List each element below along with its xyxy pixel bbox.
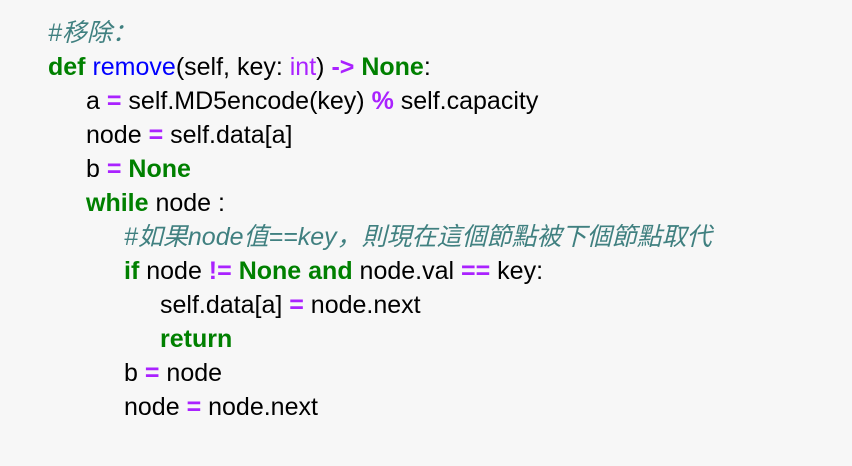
keyword-def: def [48, 53, 86, 81]
code-line-3: a = self.MD5encode(key) % self.capacity [86, 84, 538, 118]
assign-operator: = [106, 87, 122, 115]
assign-target: node [86, 121, 149, 149]
capacity-expression: self.capacity [393, 87, 539, 115]
keyword-while: while [86, 189, 149, 217]
keyword-and: and [308, 257, 353, 285]
code-line-2: def remove(self, key: int) -> None: [48, 50, 431, 84]
assign-target: a [86, 87, 107, 115]
keyword-none: None [128, 155, 191, 183]
parameters-close: ) [316, 53, 332, 81]
colon: : [423, 53, 431, 81]
code-line-7: #如果node值==key，則現在這個節點被下個節點取代 [124, 220, 712, 254]
assign-operator: = [148, 121, 164, 149]
code-line-11: b = node [124, 356, 222, 390]
builtin-int: int [289, 53, 317, 81]
modulo-operator: % [371, 87, 394, 115]
assign-operator: = [289, 291, 304, 319]
not-equal-operator: != [208, 257, 232, 285]
code-line-4: node = self.data[a] [86, 118, 292, 152]
arrow-operator: -> [331, 53, 355, 81]
condition-part: node.val [352, 257, 462, 285]
assign-operator: = [186, 393, 202, 421]
equal-operator: == [461, 257, 491, 285]
function-name: remove [92, 53, 176, 81]
assign-value: node.next [303, 291, 421, 319]
assign-target: b [124, 359, 145, 387]
while-condition: node : [148, 189, 225, 217]
code-line-1: #移除： [48, 16, 137, 50]
code-line-8: if node != None and node.val == key: [124, 254, 543, 288]
keyword-return: return [160, 325, 233, 353]
code-line-12: node = node.next [124, 390, 318, 424]
keyword-if: if [124, 257, 140, 285]
assign-operator: = [144, 359, 160, 387]
assign-target: node [124, 393, 187, 421]
assign-target: self.data[a] [160, 291, 290, 319]
code-line-5: b = None [86, 152, 191, 186]
comment-remove: #移除： [48, 19, 137, 47]
parameters-open: (self, key: [175, 53, 290, 81]
code-line-10: return [160, 322, 232, 356]
code-line-9: self.data[a] = node.next [160, 288, 421, 322]
condition-part: key: [490, 257, 544, 285]
assign-value: self.data[a] [163, 121, 293, 149]
md5-call: self.MD5encode(key) [121, 87, 372, 115]
keyword-none: None [361, 53, 424, 81]
code-line-6: while node : [86, 186, 225, 220]
assign-operator: = [106, 155, 122, 183]
comment-replace-node: #如果node值==key，則現在這個節點被下個節點取代 [124, 223, 712, 251]
assign-value: node [159, 359, 223, 387]
keyword-none: None [238, 257, 302, 285]
code-panel: #移除： def remove(self, key: int) -> None:… [0, 0, 852, 466]
assign-value: node.next [201, 393, 318, 421]
assign-target: b [86, 155, 107, 183]
condition-part: node [139, 257, 209, 285]
